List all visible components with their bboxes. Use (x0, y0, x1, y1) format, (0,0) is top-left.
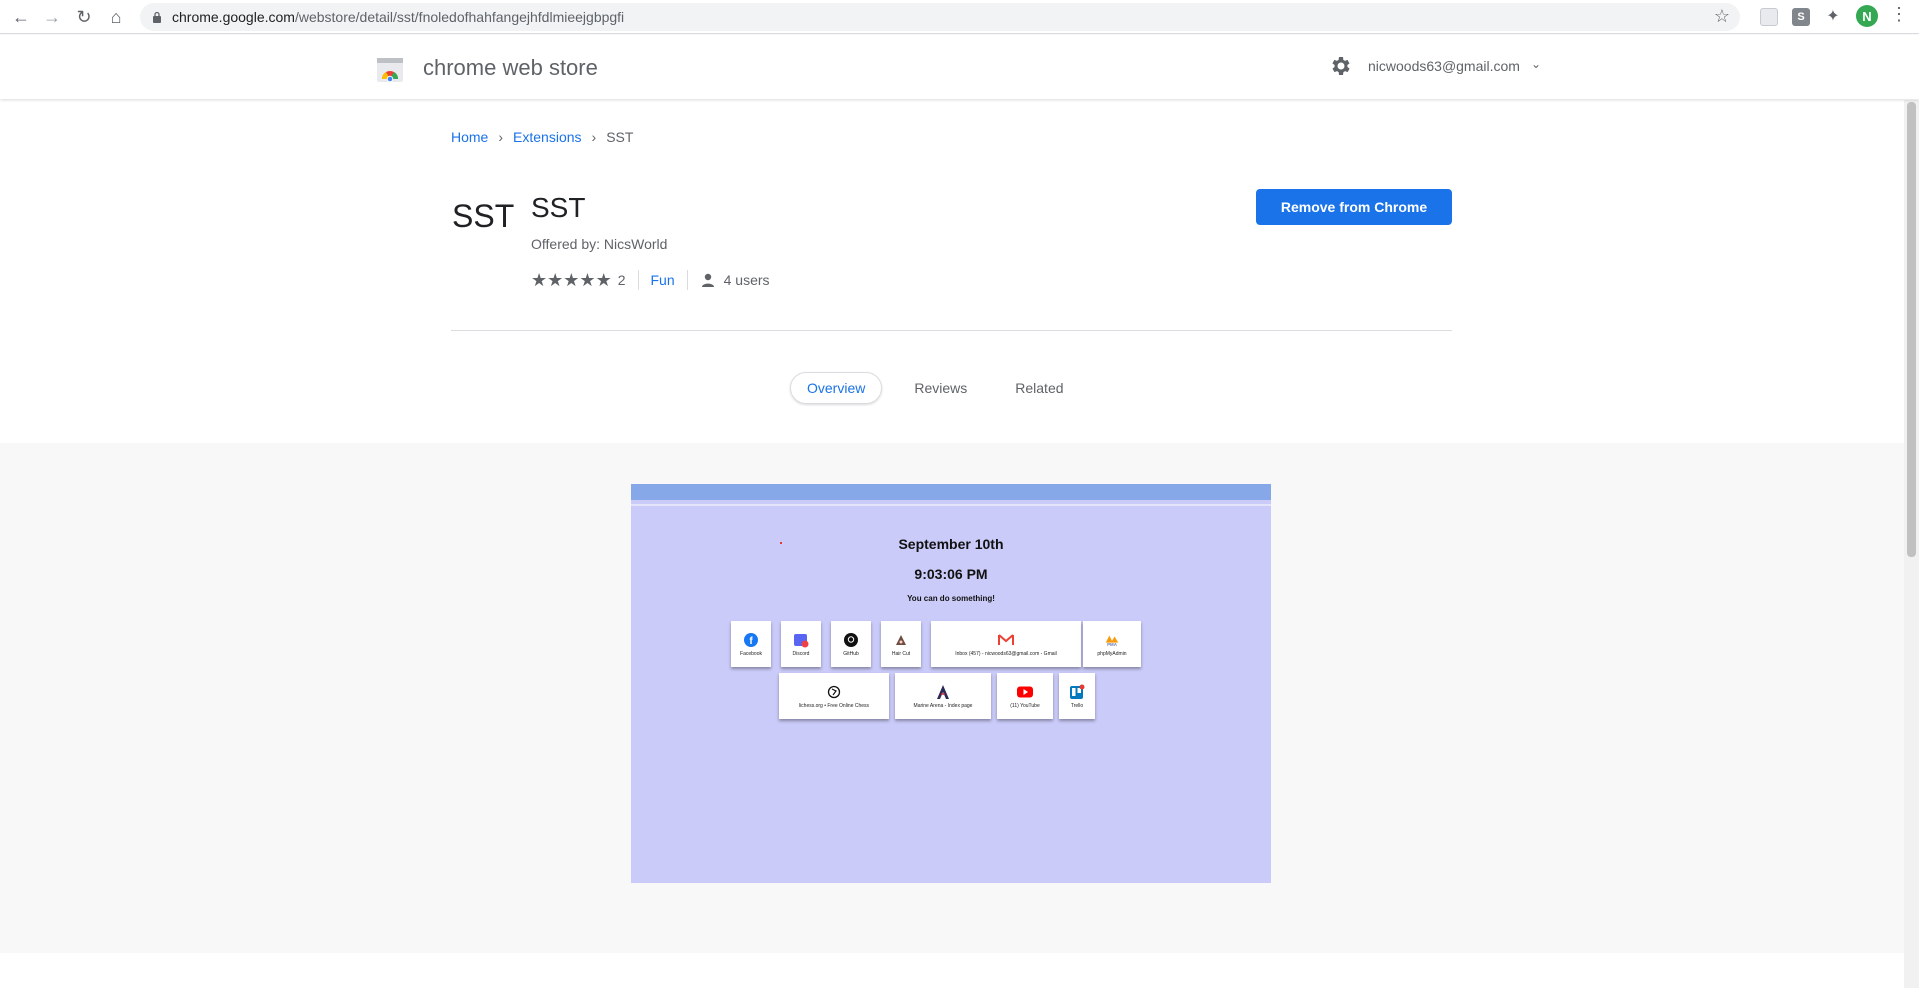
tile-trello: Trello (1059, 673, 1095, 719)
url-text: chrome.google.com/webstore/detail/sst/fn… (172, 9, 624, 25)
tile-label: lichess.org • Free Online Chess (798, 702, 870, 709)
tile-label: phpMyAdmin (1097, 650, 1127, 657)
account-email[interactable]: nicwoods63@gmail.com (1368, 58, 1520, 74)
discord-icon (793, 632, 809, 648)
gmail-icon (998, 632, 1014, 648)
item-title: SST (531, 192, 586, 223)
star-icon: ★ (547, 269, 564, 290)
forward-icon[interactable]: → (39, 4, 65, 30)
browser-toolbar: ← → ↻ ⌂ chrome.google.com/webstore/detai… (0, 0, 1919, 34)
breadcrumb-current: SST (606, 129, 634, 145)
star-icon: ★ (563, 269, 580, 290)
tile-haircut: Hair Cut (881, 621, 921, 667)
star-icon: ★ (579, 269, 596, 290)
screenshot-date: September 10th (898, 536, 1004, 552)
tile-label: Discord (792, 650, 810, 657)
url-path: /webstore/detail/sst/fnoledofhahfangejhf… (294, 9, 625, 25)
menu-kebab-icon[interactable]: ⋮ (1890, 4, 1908, 25)
rating-count[interactable]: 2 (618, 272, 626, 288)
tile-label: Marine Arena - Index page (913, 702, 973, 709)
url-host: chrome.google.com (172, 9, 295, 25)
back-icon[interactable]: ← (8, 4, 34, 30)
tile-label: GitHub (843, 650, 859, 657)
extension-icon[interactable] (1760, 8, 1778, 26)
breadcrumb: Home › Extensions › SST (451, 129, 633, 145)
page-scrollbar[interactable] (1904, 100, 1919, 988)
tile-label: Trello (1070, 702, 1084, 709)
screenshot-time: 9:03:06 PM (914, 566, 988, 582)
scrollbar-thumb[interactable] (1907, 102, 1916, 557)
tab-related[interactable]: Related (999, 372, 1079, 404)
star-icon: ★ (531, 269, 548, 290)
breadcrumb-extensions[interactable]: Extensions (513, 129, 581, 145)
tile-label: (11) YouTube (1010, 702, 1040, 709)
tile-label: Facebook (740, 650, 762, 657)
extension-screenshot[interactable]: September 10th 9:03:06 PM You can do som… (631, 484, 1271, 883)
marine-arena-icon (935, 684, 951, 700)
remove-from-chrome-button[interactable]: Remove from Chrome (1256, 189, 1452, 225)
screenshot-divider (631, 504, 1271, 506)
chevron-right-icon: › (498, 129, 504, 145)
svg-text:PMA: PMA (1107, 641, 1118, 646)
lichess-icon (826, 684, 842, 700)
trello-icon (1069, 684, 1085, 700)
profile-avatar[interactable]: N (1856, 5, 1878, 27)
breadcrumb-home[interactable]: Home (451, 129, 488, 145)
offered-by: Offered by: NicsWorld (531, 236, 668, 252)
puzzle-icon[interactable]: ✦ (1824, 8, 1842, 26)
tile-label: Inbox (457) - nicwoods63@gmail.com - Gma… (955, 650, 1057, 657)
github-icon (843, 632, 859, 648)
tile-github: GitHub (831, 621, 871, 667)
screenshot-message: You can do something! (907, 594, 995, 603)
tile-gmail: Inbox (457) - nicwoods63@gmail.com - Gma… (931, 621, 1081, 667)
tile-label: Hair Cut (891, 650, 911, 657)
chrome-web-store-logo[interactable] (376, 55, 404, 83)
tile-marine-arena: Marine Arena - Index page (895, 673, 991, 719)
chevron-right-icon: › (591, 129, 597, 145)
youtube-icon (1017, 684, 1033, 700)
tile-youtube: (11) YouTube (997, 673, 1053, 719)
facebook-icon: f (743, 632, 759, 648)
item-meta: ★ ★ ★ ★ ★ 2 Fun 4 users (531, 270, 770, 290)
section-divider (451, 330, 1452, 331)
screenshot-topbar (631, 484, 1271, 500)
chevron-down-icon[interactable]: ⌄ (1531, 57, 1541, 71)
home-icon[interactable]: ⌂ (103, 4, 129, 30)
person-icon (701, 273, 714, 287)
tile-phpmyadmin: PMA phpMyAdmin (1083, 621, 1141, 667)
category-link[interactable]: Fun (651, 272, 675, 288)
store-title[interactable]: chrome web store (423, 55, 598, 81)
haircut-icon (893, 632, 909, 648)
bookmark-star-icon[interactable]: ☆ (1714, 6, 1730, 27)
sst-extension-icon[interactable]: S (1792, 8, 1810, 26)
tile-facebook: f Facebook (731, 621, 771, 667)
address-bar[interactable]: chrome.google.com/webstore/detail/sst/fn… (140, 3, 1740, 31)
star-icon: ★ (595, 269, 612, 290)
tab-reviews[interactable]: Reviews (898, 372, 983, 404)
tile-discord: Discord (781, 621, 821, 667)
divider (686, 270, 688, 290)
user-count: 4 users (723, 272, 770, 288)
phpmyadmin-icon: PMA (1104, 632, 1120, 648)
store-header: chrome web store nicwoods63@gmail.com ⌄ (0, 35, 1919, 99)
tab-overview[interactable]: Overview (790, 372, 883, 404)
item-logo: SST (452, 198, 515, 234)
tile-lichess: lichess.org • Free Online Chess (779, 673, 889, 719)
lock-icon (153, 11, 161, 23)
detail-tabs: Overview Reviews Related (790, 372, 1096, 404)
gear-icon[interactable] (1328, 54, 1352, 78)
rating-stars[interactable]: ★ ★ ★ ★ ★ (531, 270, 612, 291)
reload-icon[interactable]: ↻ (71, 4, 97, 30)
divider (637, 270, 639, 290)
